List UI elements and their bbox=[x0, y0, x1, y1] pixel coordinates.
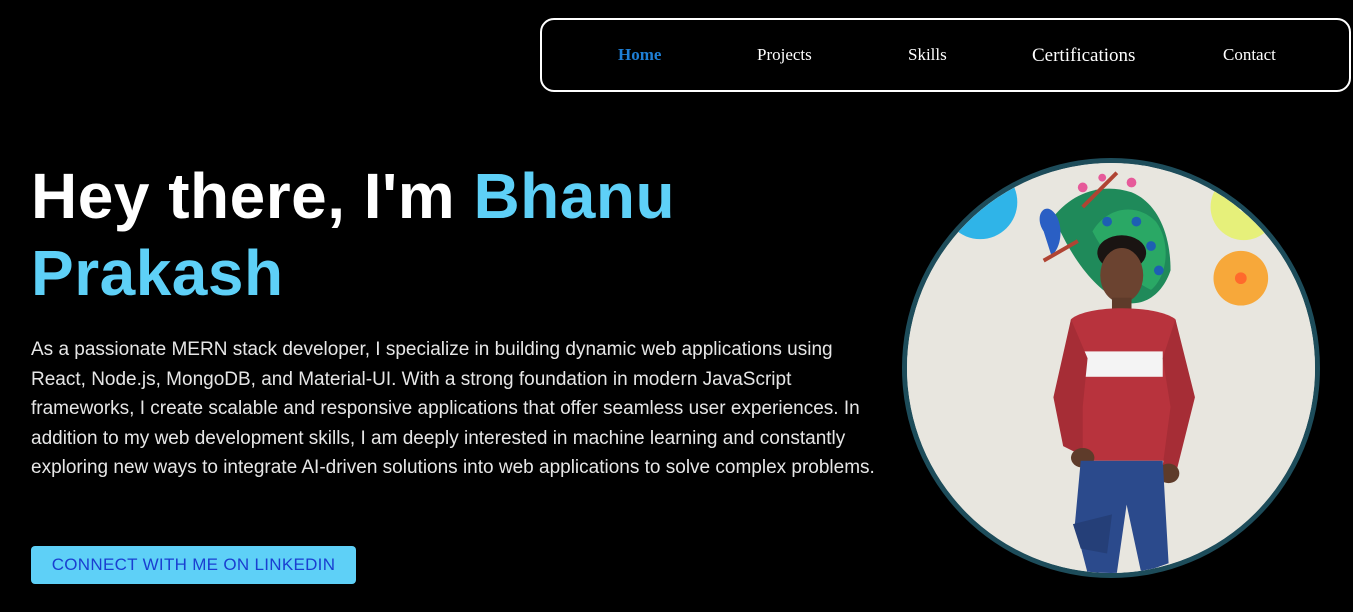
nav-certifications-link[interactable]: Certifications bbox=[1032, 20, 1135, 90]
profile-photo-illustration bbox=[907, 163, 1315, 573]
nav-projects-link[interactable]: Projects bbox=[757, 20, 812, 90]
nav-home-link[interactable]: Home bbox=[618, 20, 661, 90]
navbar: Home Projects Skills Certifications Cont… bbox=[540, 18, 1351, 92]
nav-contact-link[interactable]: Contact bbox=[1223, 20, 1276, 90]
profile-photo bbox=[902, 158, 1320, 578]
nav-skills-link[interactable]: Skills bbox=[908, 20, 947, 90]
hero-greeting: Hey there, I'm bbox=[31, 160, 474, 232]
linkedin-connect-button[interactable]: CONNECT WITH ME ON LINKEDIN bbox=[31, 546, 356, 584]
hero-description: As a passionate MERN stack developer, I … bbox=[31, 339, 875, 478]
portfolio-page: Home Projects Skills Certifications Cont… bbox=[0, 0, 1353, 612]
hero-title: Hey there, I'm Bhanu Prakash bbox=[31, 158, 791, 312]
